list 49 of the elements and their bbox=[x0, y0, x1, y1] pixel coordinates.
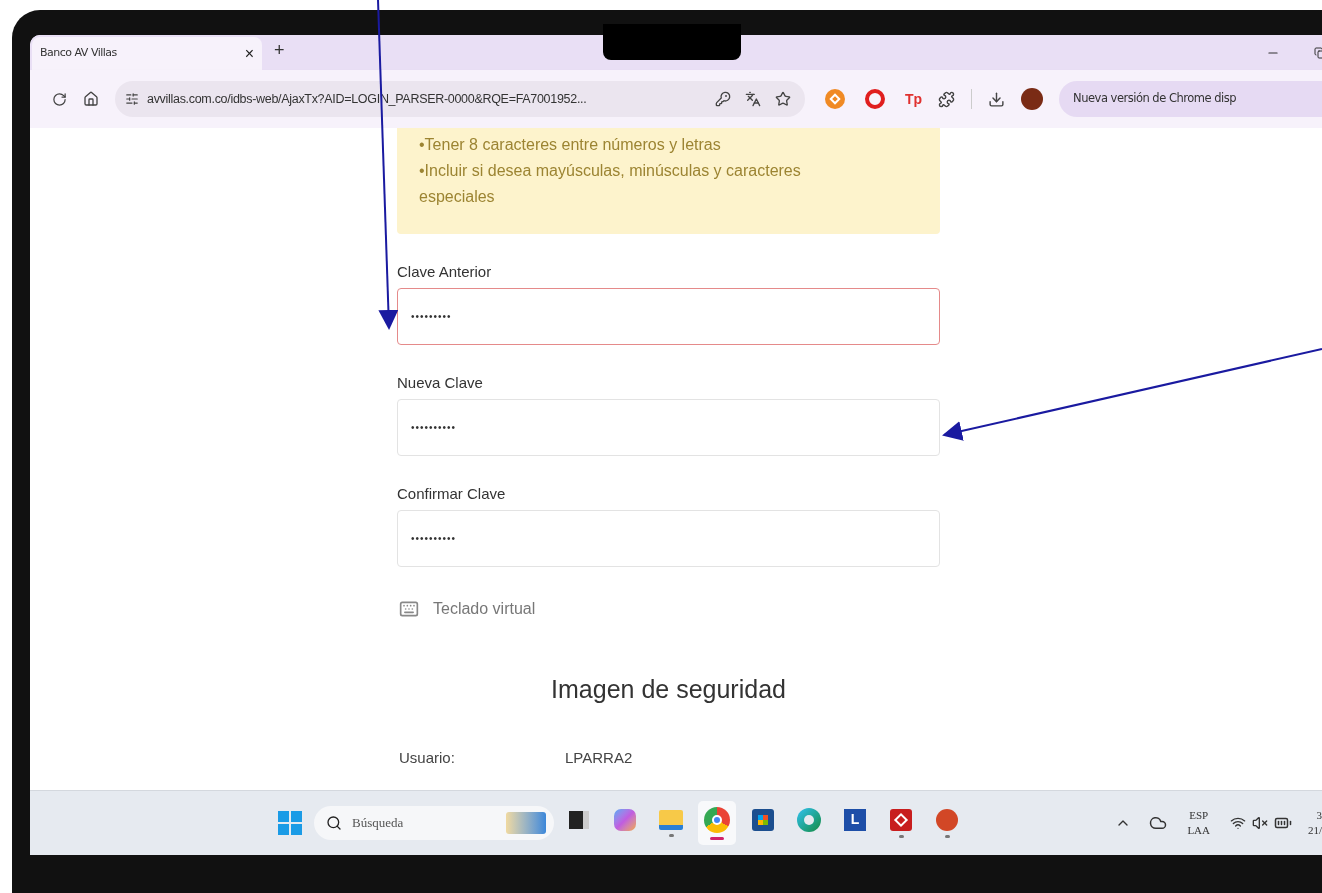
password-field[interactable]: ••••••••• bbox=[397, 288, 940, 345]
edge-icon bbox=[797, 807, 821, 832]
chrome-icon bbox=[704, 806, 730, 833]
pdf-icon bbox=[890, 808, 912, 831]
rule-text: •Tener 8 caracteres entre números y letras bbox=[419, 135, 722, 155]
profile-avatar[interactable] bbox=[1021, 88, 1044, 110]
copilot-icon bbox=[614, 808, 636, 831]
taskbar-search-field[interactable]: Búsqueda bbox=[314, 806, 554, 840]
search-icon bbox=[326, 815, 342, 831]
download-icon[interactable] bbox=[988, 90, 1006, 108]
keyboard-icon[interactable] bbox=[399, 599, 419, 619]
bookmark-star-icon[interactable] bbox=[775, 91, 791, 107]
cloud-icon[interactable] bbox=[1149, 814, 1168, 832]
password-field[interactable]: •••••••••• bbox=[397, 399, 940, 456]
tab-title: Banco AV Villas bbox=[40, 45, 117, 62]
folder-icon bbox=[659, 809, 683, 830]
update-chrome-button[interactable]: Nueva versión de Chrome disp bbox=[1059, 81, 1322, 117]
taskbar-app[interactable]: L bbox=[836, 801, 874, 845]
browser-tab[interactable]: Banco AV Villas × bbox=[32, 37, 262, 70]
muted-speaker-icon[interactable] bbox=[1252, 815, 1268, 831]
field-label: Nueva Clave bbox=[397, 373, 484, 393]
extension-button[interactable]: Tp bbox=[905, 88, 923, 110]
new-tab-button[interactable]: + bbox=[274, 37, 285, 64]
search-highlight-drawing bbox=[506, 812, 546, 834]
search-placeholder: Búsqueda bbox=[352, 814, 404, 833]
rule-text: •Incluir si desea mayúsculas, minúsculas y caracteres especiales bbox=[419, 161, 802, 207]
store-icon bbox=[752, 808, 774, 831]
language-indicator[interactable]: ESP LAA bbox=[1187, 808, 1210, 838]
wifi-icon[interactable] bbox=[1230, 815, 1246, 831]
user-label: Usuario: bbox=[399, 747, 456, 768]
tab-close-button[interactable]: × bbox=[244, 41, 254, 66]
field-label: Clave Anterior bbox=[397, 262, 493, 282]
clock[interactable]: 3 21/ bbox=[1306, 808, 1322, 838]
app-icon: L bbox=[844, 808, 866, 831]
extensions-icon[interactable] bbox=[938, 90, 956, 108]
reload-icon[interactable] bbox=[52, 91, 67, 107]
section-heading: Imagen de seguridad bbox=[550, 674, 787, 705]
home-icon[interactable] bbox=[83, 91, 99, 107]
start-icon[interactable] bbox=[278, 811, 302, 835]
field-label: Confirmar Clave bbox=[397, 484, 507, 504]
user-value: LPARRA2 bbox=[565, 747, 633, 768]
key-icon[interactable] bbox=[715, 91, 731, 107]
site-settings-icon[interactable] bbox=[125, 92, 139, 106]
task-view-icon bbox=[569, 810, 589, 829]
presentation-icon bbox=[936, 808, 958, 831]
translate-icon[interactable] bbox=[745, 91, 761, 107]
extension-icon[interactable] bbox=[865, 89, 885, 109]
password-field[interactable]: •••••••••• bbox=[397, 510, 940, 567]
virtual-keyboard-link[interactable]: Teclado virtual bbox=[433, 597, 536, 621]
